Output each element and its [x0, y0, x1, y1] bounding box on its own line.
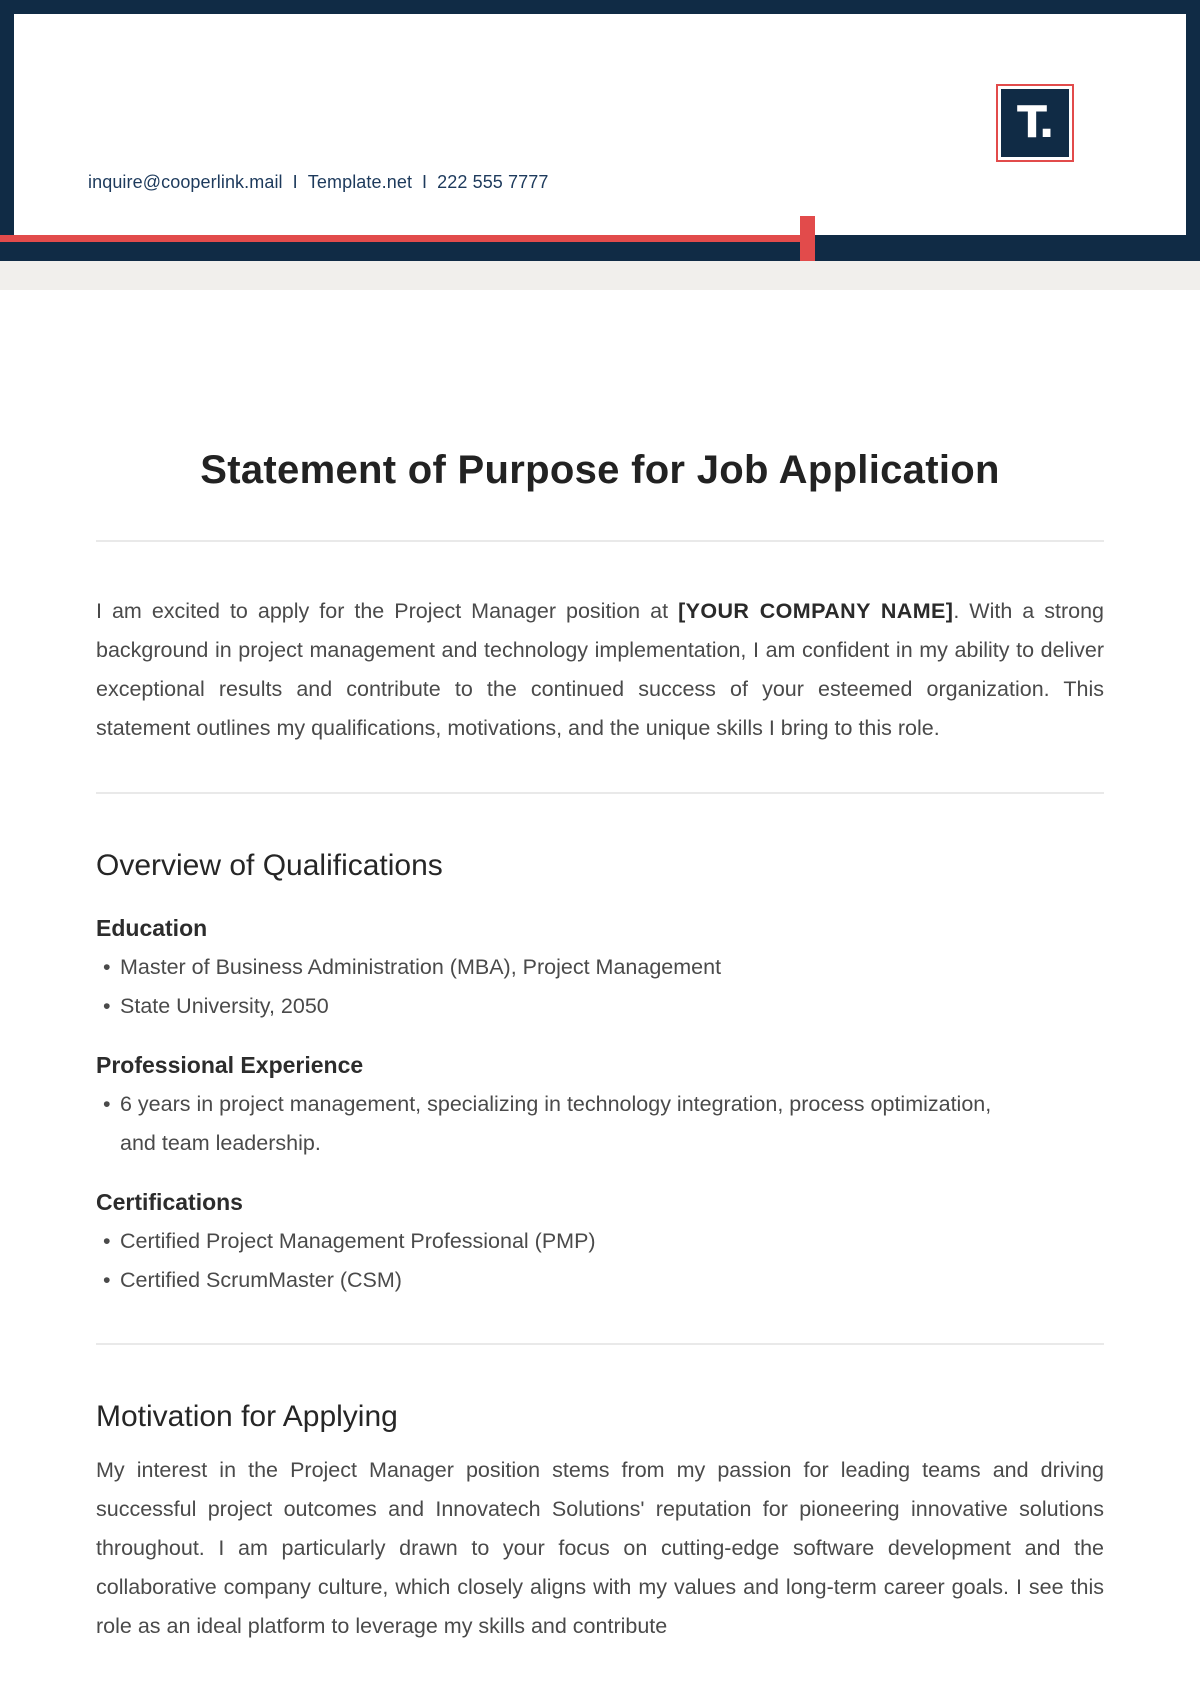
qualifications-heading: Overview of Qualifications [96, 849, 443, 882]
list-item: Certified Project Management Professiona… [96, 1222, 1000, 1261]
contact-line: inquire@cooperlink.mail I Template.net I 222… [88, 172, 548, 193]
list-item: 6 years in project management, specializ… [96, 1085, 1000, 1162]
header-accent-rule [0, 235, 800, 242]
list-item: Certified ScrumMaster (CSM) [96, 1261, 1000, 1300]
certifications-list: Certified Project Management Professiona… [96, 1222, 1104, 1299]
contact-email: inquire@cooperlink.mail [88, 172, 283, 192]
education-heading: Education [96, 915, 208, 941]
page-title: Statement of Purpose for Job Application [200, 448, 1000, 492]
company-name-placeholder: [YOUR COMPANY NAME] [678, 599, 954, 623]
certifications-heading: Certifications [96, 1189, 243, 1215]
section-divider [96, 1343, 1104, 1345]
logo-mark: T. [1001, 89, 1069, 157]
motivation-heading: Motivation for Applying [96, 1400, 398, 1433]
intro-paragraph: I am excited to apply for the Project Ma… [96, 592, 1104, 748]
contact-separator: I [422, 172, 428, 192]
contact-phone: 222 555 7777 [437, 172, 549, 192]
document-body: Statement of Purpose for Job Application… [96, 440, 1104, 1646]
section-divider [96, 792, 1104, 794]
education-list: Master of Business Administration (MBA),… [96, 948, 1104, 1025]
experience-list: 6 years in project management, specializ… [96, 1085, 1104, 1162]
company-logo: T. [996, 84, 1074, 162]
contact-website: Template.net [307, 172, 413, 192]
experience-heading: Professional Experience [96, 1052, 364, 1078]
header-accent-block [800, 216, 815, 261]
motivation-paragraph: My interest in the Project Manager posit… [96, 1458, 1104, 1638]
list-item: State University, 2050 [96, 987, 1000, 1026]
header-band: inquire@cooperlink.mail I Template.net I 222… [0, 0, 1200, 290]
section-divider [96, 540, 1104, 542]
intro-text-start: I am excited to apply for the Project Ma… [96, 599, 679, 623]
list-item: Master of Business Administration (MBA),… [96, 948, 1000, 987]
contact-separator: I [292, 172, 298, 192]
